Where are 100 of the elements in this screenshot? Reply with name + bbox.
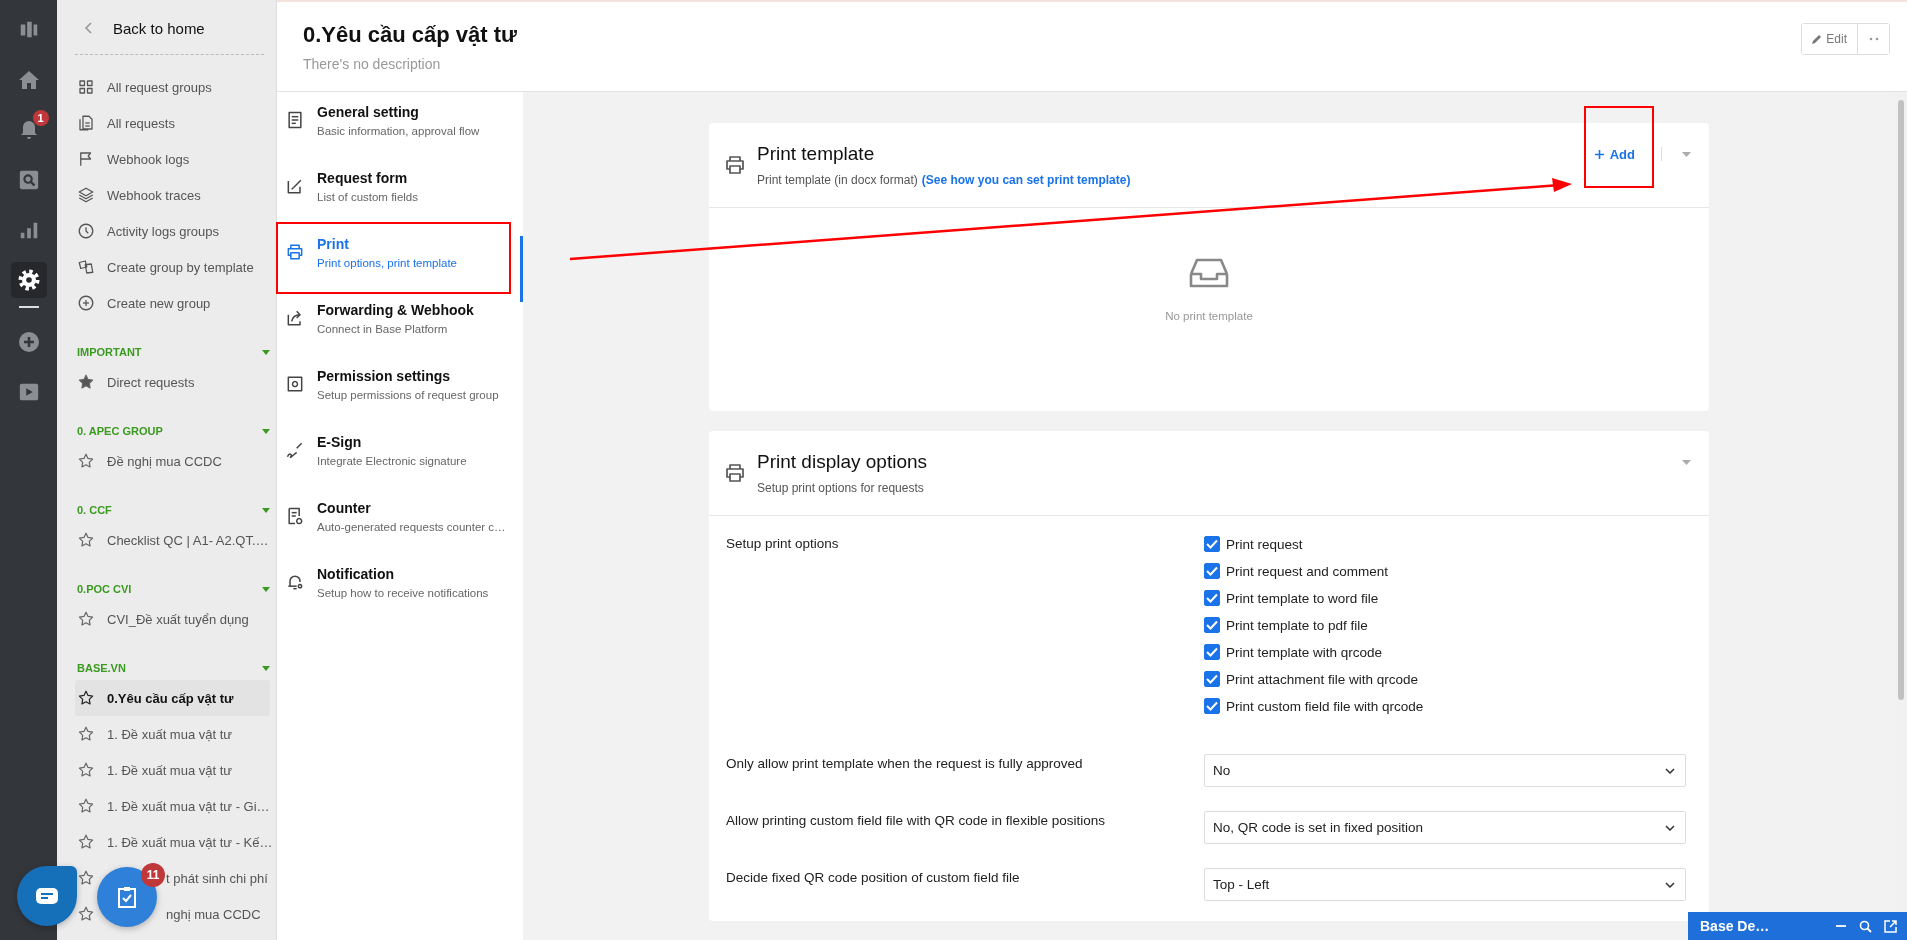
chat-widget-bar[interactable]: Base De… xyxy=(1688,912,1907,940)
checkbox[interactable] xyxy=(1204,671,1220,687)
plus-circle-icon xyxy=(77,294,95,312)
select-field[interactable]: No xyxy=(1204,754,1686,787)
settings-nav-item[interactable]: Print Print options, print template xyxy=(277,236,523,302)
star-icon[interactable] xyxy=(77,689,95,707)
star-icon[interactable] xyxy=(77,797,95,815)
caret-down-icon[interactable] xyxy=(1682,151,1691,157)
nav-subtitle: Auto-generated requests counter c… xyxy=(317,521,506,533)
select-field[interactable]: Top - Left xyxy=(1204,868,1686,901)
request-group-item[interactable]: CVI_Đề xuất tuyển dụng xyxy=(75,601,270,637)
checkbox-label: Print template with qrcode xyxy=(1226,644,1383,660)
sidebar-item[interactable]: Create new group xyxy=(75,285,270,321)
star-icon[interactable] xyxy=(77,869,95,887)
request-group-item[interactable]: Checklist QC | A1- A2.QT.… xyxy=(75,522,270,558)
empty-message: No print template xyxy=(1165,310,1253,322)
settings-icon xyxy=(16,268,41,292)
settings-nav-item[interactable]: Permission settings Setup permissions of request group xyxy=(277,368,523,434)
star-icon[interactable] xyxy=(77,531,95,549)
request-group-item[interactable]: 1. Đề xuất mua vật tư - Gi… xyxy=(75,788,270,824)
gear-box-icon xyxy=(285,374,305,394)
star-icon[interactable] xyxy=(77,452,95,470)
sidebar-item[interactable]: All request groups xyxy=(75,69,270,105)
sidebar-item[interactable]: Webhook traces xyxy=(75,177,270,213)
checkbox[interactable] xyxy=(1204,590,1220,606)
nav-title: Request form xyxy=(317,170,409,186)
help-link[interactable]: (See how you can set print template) xyxy=(921,173,1131,187)
layers-icon xyxy=(77,186,95,204)
nav-subtitle: Print options, print template xyxy=(317,257,457,269)
request-group-item[interactable]: 1. Đề xuất mua vật tư - Kế… xyxy=(75,824,270,860)
document-icon xyxy=(285,110,305,130)
request-group-item[interactable]: 0.Yêu cầu cấp vật tư xyxy=(75,680,270,716)
back-link[interactable]: Back to home xyxy=(75,0,270,56)
checkbox-label: Print template to word file xyxy=(1226,590,1379,606)
group-title: 0. CCF xyxy=(77,504,112,516)
group-title: 0. APEC GROUP xyxy=(77,425,163,437)
checkbox[interactable] xyxy=(1204,698,1220,714)
checkbox-label: Print attachment file with qrcode xyxy=(1226,671,1419,687)
caret-down-icon[interactable] xyxy=(1682,459,1691,465)
setting-label: Only allow print template when the request is fully approved xyxy=(726,756,1084,773)
search-icon xyxy=(17,169,40,191)
bell-rail-button[interactable]: 1 xyxy=(10,112,47,148)
setting-label: Allow printing custom field file with QR code in flexible positions xyxy=(726,813,1106,830)
caret-down-icon[interactable] xyxy=(262,586,270,592)
star-icon[interactable] xyxy=(77,833,95,851)
caret-down-icon[interactable] xyxy=(262,349,270,355)
select-field[interactable]: No, QR code is set in fixed position xyxy=(1204,811,1686,844)
checkbox[interactable] xyxy=(1204,644,1220,660)
star-icon[interactable] xyxy=(77,761,95,779)
nav-title: General setting xyxy=(317,104,420,120)
chevron-down-icon xyxy=(1665,767,1675,774)
request-group-item[interactable]: nghị mua CCDC xyxy=(166,906,261,922)
checkbox[interactable] xyxy=(1204,536,1220,552)
sidebar-item[interactable]: Create group by template xyxy=(75,249,270,285)
settings-nav-item[interactable]: Forwarding & Webhook Connect in Base Platform xyxy=(277,302,523,368)
group-title: IMPORTANT xyxy=(77,346,142,358)
request-group-item[interactable]: 1. Đề xuất mua vật tư xyxy=(75,716,270,752)
gear-rail-button[interactable] xyxy=(10,262,47,298)
chevron-down-icon xyxy=(1665,881,1675,888)
caret-down-icon[interactable] xyxy=(262,507,270,513)
video-icon xyxy=(17,381,40,403)
page-description: There's no description xyxy=(303,56,442,72)
search-icon[interactable] xyxy=(1859,919,1872,933)
checkbox[interactable] xyxy=(1204,617,1220,633)
sidebar-item[interactable]: All requests xyxy=(75,105,270,141)
plus-icon xyxy=(1594,149,1604,159)
nav-subtitle: Integrate Electronic signature xyxy=(317,455,467,467)
scrollbar[interactable] xyxy=(1895,92,1907,912)
page-title: 0.Yêu cầu cấp vật tư xyxy=(303,22,518,48)
request-group-item[interactable]: Direct requests xyxy=(75,364,270,400)
caret-down-icon[interactable] xyxy=(262,665,270,671)
star-icon[interactable] xyxy=(77,725,95,743)
settings-nav-item[interactable]: E-Sign Integrate Electronic signature xyxy=(277,434,523,500)
card-description: Print template (in docx format) xyxy=(757,173,918,187)
star-icon[interactable] xyxy=(77,610,95,628)
star-filled-icon[interactable] xyxy=(77,373,95,391)
card-title: Print template xyxy=(757,143,876,165)
star-icon[interactable] xyxy=(77,905,95,923)
settings-nav-item[interactable]: Request form List of custom fields xyxy=(277,170,523,236)
sidebar-item[interactable]: Activity logs groups xyxy=(75,213,270,249)
checkbox-label: Print request xyxy=(1226,536,1303,552)
request-group-item[interactable]: Đề nghị mua CCDC xyxy=(75,443,270,479)
settings-nav-item[interactable]: General setting Basic information, approval flow xyxy=(277,104,523,170)
nav-subtitle: List of custom fields xyxy=(317,191,418,203)
settings-nav-item[interactable]: Counter Auto-generated requests counter c… xyxy=(277,500,523,566)
empty-inbox-icon xyxy=(1189,256,1229,288)
setting-label: Decide fixed QR code position of custom field file xyxy=(726,870,1021,887)
card-title: Print display options xyxy=(757,451,929,473)
documents-icon xyxy=(77,114,95,132)
checklist-icon xyxy=(285,506,305,526)
request-group-item[interactable]: 1. Đề xuất mua vật tư xyxy=(75,752,270,788)
settings-nav-item[interactable]: Notification Setup how to receive notifications xyxy=(277,566,523,632)
sidebar-item[interactable]: Webhook logs xyxy=(75,141,270,177)
external-link-icon[interactable] xyxy=(1884,919,1897,933)
request-group-item[interactable]: t phát sinh chi phí xyxy=(166,870,268,886)
checkbox[interactable] xyxy=(1204,563,1220,579)
caret-down-icon[interactable] xyxy=(262,428,270,434)
printer-icon xyxy=(723,461,747,485)
card-description: Setup print options for requests xyxy=(757,481,925,495)
add-button[interactable]: Add xyxy=(1588,142,1641,166)
